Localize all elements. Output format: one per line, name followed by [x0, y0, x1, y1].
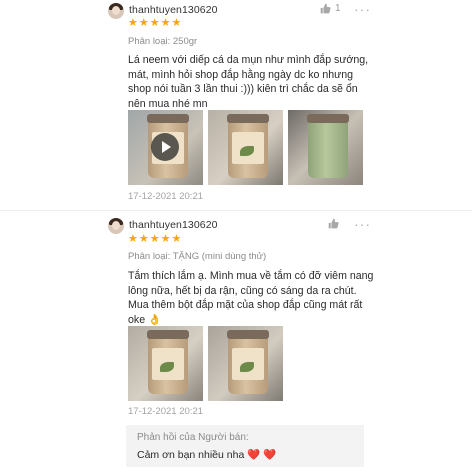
like-button[interactable]	[328, 218, 339, 229]
review-image-thumbnail[interactable]	[128, 326, 203, 401]
play-icon[interactable]	[151, 133, 179, 161]
review-divider	[0, 210, 472, 211]
thumbs-up-icon	[328, 218, 339, 229]
more-dots-icon[interactable]: ···	[354, 217, 371, 231]
reviewer-username[interactable]: thanhtuyen130620	[129, 4, 218, 16]
product-variant: Phân loại: 250gr	[128, 36, 198, 47]
more-dots-icon[interactable]: ···	[354, 2, 371, 16]
avatar[interactable]	[108, 3, 124, 19]
thumbs-up-icon	[320, 3, 331, 14]
heart-icon: ❤️ ❤️	[247, 449, 277, 461]
review-image-thumbnail[interactable]	[288, 110, 363, 185]
rating-stars: ★★★★★	[128, 17, 183, 29]
avatar[interactable]	[108, 218, 124, 234]
like-count: 1	[335, 3, 341, 14]
review-video-thumbnail[interactable]	[128, 110, 203, 185]
review-image-thumbnail[interactable]	[208, 326, 283, 401]
review-date: 17-12-2021 20:21	[128, 191, 204, 202]
review-text: Lá neem với diếp cá da mụn như mình đắp …	[128, 54, 369, 110]
like-button[interactable]: 1	[320, 3, 341, 14]
product-variant: Phân loại: TẶNG (mini dùng thử)	[128, 251, 267, 262]
review-image-thumbnail[interactable]	[208, 110, 283, 185]
review-card: thanhtuyen130620 ★★★★★ 1 ··· Phân loại: …	[0, 0, 472, 212]
rating-stars: ★★★★★	[128, 233, 183, 245]
review-text: Tắm thích lắm ạ. Mình mua về tắm có đỡ v…	[128, 270, 374, 326]
seller-reply-text: Cảm ơn bạn nhiều nha ❤️ ❤️	[137, 449, 277, 461]
seller-reply-title: Phản hồi của Người bán:	[137, 432, 249, 443]
review-date: 17-12-2021 20:21	[128, 406, 204, 417]
seller-reply: Phản hồi của Người bán: Cảm ơn bạn nhiều…	[126, 425, 364, 467]
reviewer-username[interactable]: thanhtuyen130620	[129, 219, 218, 231]
